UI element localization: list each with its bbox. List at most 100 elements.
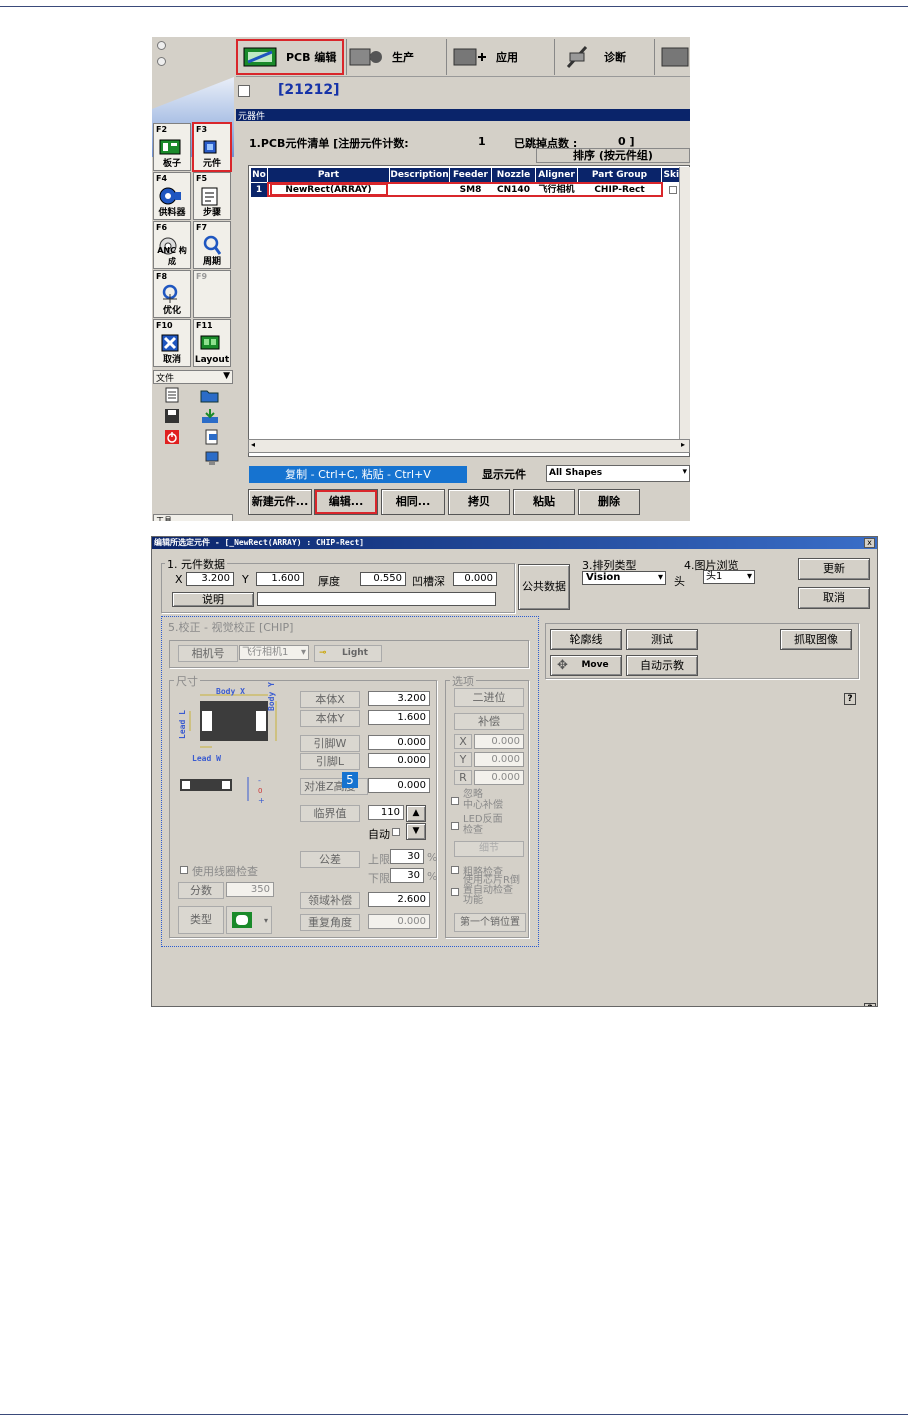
vertical-scrollbar[interactable] (679, 167, 690, 439)
scroll-left-icon[interactable]: ◂ (251, 440, 255, 449)
comp-x-input[interactable]: 0.000 (474, 734, 524, 749)
fkey-f10-cancel[interactable]: F10 取消 (153, 319, 191, 367)
scroll-right-icon[interactable]: ▸ (681, 440, 685, 449)
same-button[interactable]: 相同... (381, 489, 445, 515)
column-header[interactable]: Description (390, 168, 449, 182)
x-input[interactable]: 3.200 (186, 572, 234, 586)
thickness-input[interactable]: 0.550 (360, 572, 406, 586)
light-button[interactable]: ⊸ Light (314, 645, 382, 662)
comp-y-input[interactable]: 0.000 (474, 752, 524, 767)
use-coil-checkbox[interactable] (180, 866, 188, 874)
lead-l-button[interactable]: 引脚L (300, 753, 360, 770)
camera-number-button[interactable]: 相机号 (178, 645, 238, 662)
fkey-f3-components[interactable]: F3 元件 (192, 122, 232, 172)
new-component-button[interactable]: 新建元件... (248, 489, 312, 515)
groove-input[interactable]: 0.000 (453, 572, 497, 586)
copy-button[interactable]: 拷贝 (448, 489, 510, 515)
update-button[interactable]: 更新 (798, 558, 870, 580)
download-icon[interactable] (200, 408, 220, 424)
body-y-input[interactable]: 1.600 (368, 710, 430, 725)
arrange-type-select[interactable]: Vision ▾ (582, 571, 666, 585)
type-select[interactable]: ▾ (226, 906, 272, 934)
detail-button[interactable]: 细节 (454, 841, 524, 857)
edit-button[interactable]: 编辑... (314, 489, 378, 515)
column-header[interactable]: Feeder (450, 168, 491, 182)
lead-w-input[interactable]: 0.000 (368, 735, 430, 750)
open-folder-icon[interactable] (200, 387, 220, 403)
computer-icon[interactable] (204, 450, 220, 466)
production-button[interactable]: 生产 (348, 41, 444, 73)
document-icon[interactable] (164, 387, 180, 403)
repeat-angle-button[interactable]: 重复角度 (300, 914, 360, 931)
paste-button[interactable]: 粘贴 (513, 489, 575, 515)
fkey-f11-layout[interactable]: F11 Layout (193, 319, 231, 367)
threshold-input[interactable]: 110 (368, 805, 404, 820)
tolerance-button[interactable]: 公差 (300, 851, 360, 868)
threshold-up-icon[interactable]: ▲ (406, 805, 426, 822)
comp-y-button[interactable]: Y (454, 752, 472, 767)
threshold-down-icon[interactable]: ▼ (406, 823, 426, 840)
delete-button[interactable]: 删除 (578, 489, 640, 515)
sort-button[interactable]: 排序 (按元件组) (536, 148, 690, 163)
repeat-angle-input[interactable]: 0.000 (368, 914, 430, 929)
column-header[interactable]: Part (268, 168, 389, 182)
test-button[interactable]: 测试 (626, 629, 698, 650)
tool-menu[interactable]: 工具 (153, 514, 233, 521)
head-select[interactable]: 头1 ▾ (703, 570, 755, 584)
column-header[interactable]: No (251, 168, 267, 182)
threshold-button[interactable]: 临界值 (300, 805, 360, 822)
use-chip-checkbox[interactable] (451, 888, 459, 896)
power-icon[interactable] (164, 429, 180, 445)
y-input[interactable]: 1.600 (256, 572, 304, 586)
comp-r-button[interactable]: R (454, 770, 472, 785)
capture-image-button[interactable]: 抓取图像 (780, 629, 852, 650)
checkbox[interactable] (238, 85, 250, 97)
comp-r-input[interactable]: 0.000 (474, 770, 524, 785)
application-button[interactable]: 应用 (452, 41, 548, 73)
cancel-button[interactable]: 取消 (798, 587, 870, 609)
lead-l-input[interactable]: 0.000 (368, 753, 430, 768)
outline-button[interactable]: 轮廓线 (550, 629, 622, 650)
body-x-button[interactable]: 本体X (300, 691, 360, 708)
auto-checkbox[interactable] (392, 828, 400, 836)
help-icon[interactable]: ? (864, 1003, 876, 1006)
lead-w-button[interactable]: 引脚W (300, 735, 360, 752)
close-icon[interactable]: x (864, 538, 875, 548)
ignore-center-checkbox[interactable] (451, 797, 459, 805)
compensate-button[interactable]: 补偿 (454, 713, 524, 730)
common-data-button[interactable]: 公共数据 (518, 564, 570, 610)
fkey-f7-cycle[interactable]: F7 周期 (193, 221, 231, 269)
horizontal-scrollbar[interactable]: ◂ ▸ (248, 439, 690, 453)
help-icon[interactable]: ? (844, 693, 856, 705)
lower-limit-input[interactable]: 30 (390, 868, 424, 883)
column-header[interactable]: Part Group (578, 168, 661, 182)
body-x-input[interactable]: 3.200 (368, 691, 430, 706)
pcb-edit-button[interactable]: PCB 编辑 (236, 39, 344, 75)
first-pin-button[interactable]: 第一个销位置 (454, 913, 526, 932)
diagnosis-button[interactable]: 诊断 (560, 41, 656, 73)
type-button[interactable]: 类型 (178, 906, 224, 934)
fkey-f4-feeder[interactable]: F4 供料器 (153, 172, 191, 220)
report-icon[interactable] (204, 429, 220, 445)
column-header[interactable]: Nozzle (492, 168, 535, 182)
body-y-button[interactable]: 本体Y (300, 710, 360, 727)
area-comp-input[interactable]: 2.600 (368, 892, 430, 907)
column-header[interactable]: Aligner (536, 168, 577, 182)
led-back-checkbox[interactable] (451, 822, 459, 830)
upper-limit-input[interactable]: 30 (390, 849, 424, 864)
skip-checkbox[interactable] (669, 186, 677, 194)
area-comp-button[interactable]: 领域补偿 (300, 892, 360, 909)
comp-x-button[interactable]: X (454, 734, 472, 749)
fkey-f5-steps[interactable]: F5 步骤 (193, 172, 231, 220)
save-icon[interactable] (164, 408, 180, 424)
monitor-icon[interactable] (660, 45, 690, 69)
description-input[interactable] (257, 592, 496, 606)
row-number[interactable]: 1 (251, 183, 267, 197)
score-input[interactable]: 350 (226, 882, 274, 897)
binary-button[interactable]: 二进位 (454, 688, 524, 707)
rough-check-checkbox[interactable] (451, 866, 459, 874)
show-components-select[interactable]: All Shapes ▾ (546, 465, 690, 482)
fkey-f2-board[interactable]: F2 板子 (153, 123, 191, 171)
align-z-height-input[interactable]: 0.000 (368, 778, 430, 793)
move-button[interactable]: ✥ Move (550, 655, 622, 676)
